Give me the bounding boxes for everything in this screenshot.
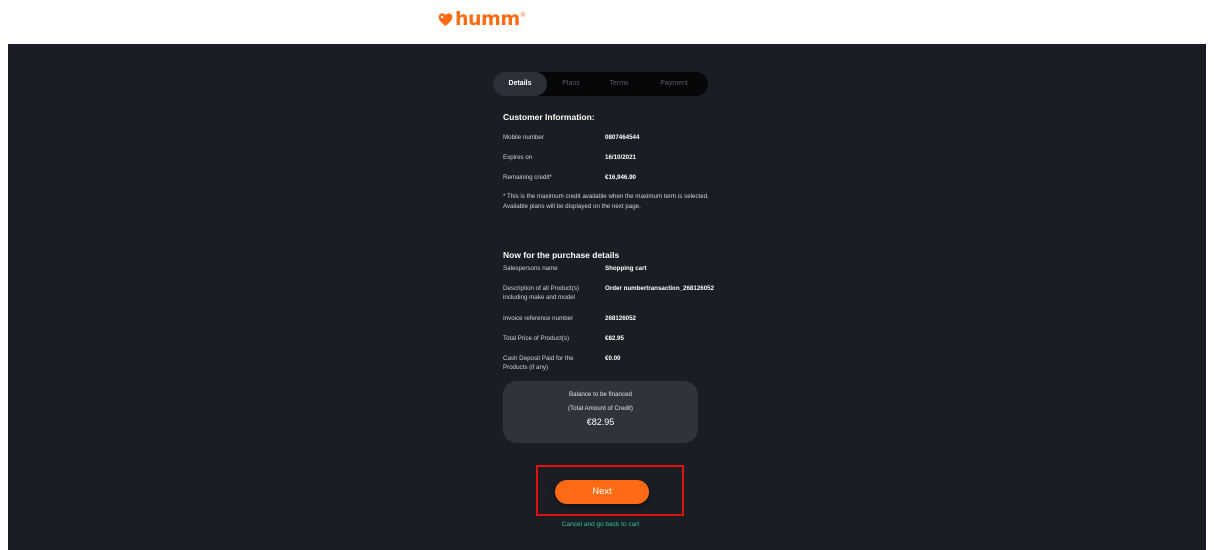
next-button[interactable]: Next [555,480,649,504]
salesperson-label: Salespersons name [503,265,558,272]
customer-info-heading: Customer Information: [503,112,595,122]
balance-label: Balance to be financed [569,391,632,398]
cash-deposit-label: Cash Deposit Paid for the Products (if a… [503,355,574,371]
tab-payment[interactable]: Payment [643,72,705,96]
top-header: humm ® [0,0,1214,44]
logo-trademark: ® [520,13,526,19]
description-value: Order numbertransaction_268126052 [605,285,715,292]
total-price-value: €82.95 [605,335,624,342]
humm-heart-icon [437,11,454,28]
tab-plans[interactable]: Plans [547,72,595,96]
step-tabs: Details Plans Terms Payment [493,72,708,96]
cancel-back-to-cart-link[interactable]: Cancel and go back to cart [508,521,693,528]
total-price-label: Total Price of Product(s) [503,335,570,342]
humm-logo: humm ® [437,8,525,30]
expires-on-label: Expires on [503,154,533,161]
credit-note: * This is the maximum credit available w… [503,193,709,210]
invoice-reference-label: Invoice reference number [503,315,574,322]
cash-deposit-value: €0.00 [605,355,621,362]
expires-on-value: 16/10/2021 [605,154,636,161]
purchase-details-heading: Now for the purchase details [503,250,620,260]
salesperson-value: Shopping cart [605,265,647,272]
tab-details[interactable]: Details [493,72,547,96]
total-credit-label: (Total Amount of Credit) [568,405,633,412]
mobile-number-label: Mobile number [503,134,544,141]
description-label: Description of all Product(s) including … [503,285,579,301]
balance-amount: €82.95 [586,417,615,427]
remaining-credit-label: Remaining credit* [503,174,552,181]
remaining-credit-value: €16,946.90 [605,174,636,181]
logo-text: humm [455,8,520,30]
main-panel: Details Plans Terms Payment Customer Inf… [8,44,1206,550]
invoice-reference-value: 268126052 [605,315,636,322]
tab-terms[interactable]: Terms [595,72,643,96]
mobile-number-value: 0807464544 [605,134,640,141]
balance-card: Balance to be financed (Total Amount of … [503,381,698,443]
